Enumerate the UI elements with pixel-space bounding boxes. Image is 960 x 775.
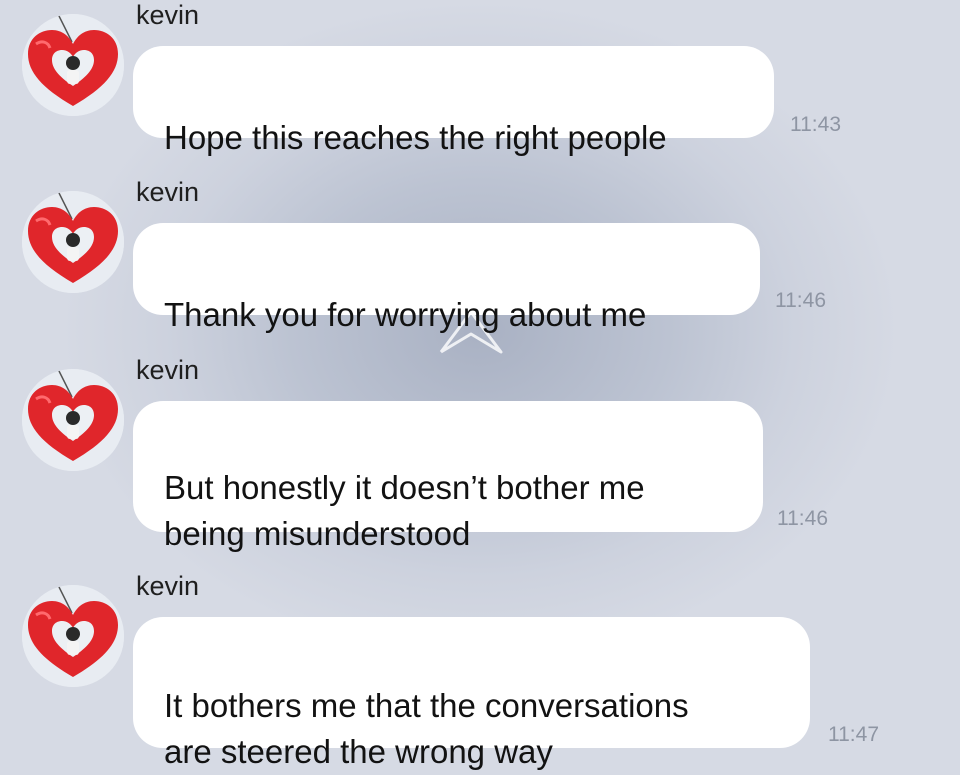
message-text: But honestly it doesn’t bother me being … [164, 469, 645, 552]
heart-balloon-avatar-icon [22, 191, 124, 293]
message-text: Thank you for worrying about me [164, 296, 647, 333]
avatar[interactable] [22, 369, 124, 471]
heart-balloon-avatar-icon [22, 369, 124, 471]
message-text: Hope this reaches the right people [164, 119, 667, 156]
message-bubble[interactable]: It bothers me that the conversations are… [133, 617, 810, 770]
avatar[interactable] [22, 14, 124, 116]
heart-balloon-avatar-icon [22, 585, 124, 687]
message-timestamp: 11:43 [790, 113, 841, 136]
message-timestamp: 11:47 [828, 723, 879, 746]
sender-name: kevin [136, 0, 200, 30]
avatar[interactable] [22, 191, 124, 293]
message-bubble[interactable]: Hope this reaches the right people [133, 46, 774, 156]
heart-balloon-avatar-icon [22, 14, 124, 116]
sender-name: kevin [136, 177, 200, 207]
message-timestamp: 11:46 [775, 289, 826, 312]
message-text: It bothers me that the conversations are… [164, 687, 689, 770]
sender-name: kevin [136, 571, 200, 601]
message-bubble[interactable]: Thank you for worrying about me [133, 223, 760, 333]
message-bubble[interactable]: But honestly it doesn’t bother me being … [133, 401, 763, 552]
sender-name: kevin [136, 355, 200, 385]
message-timestamp: 11:46 [777, 507, 828, 530]
avatar[interactable] [22, 585, 124, 687]
